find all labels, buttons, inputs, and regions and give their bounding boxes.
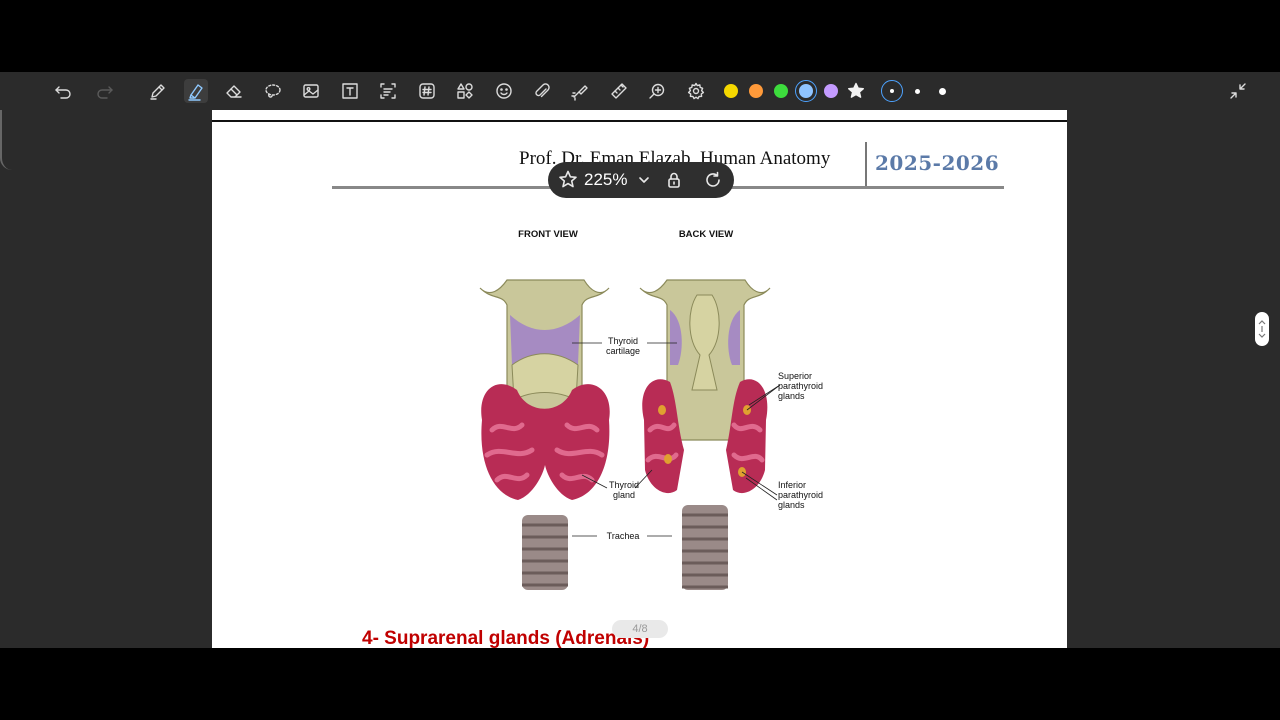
page-top-border [212,120,1067,122]
thyroid-illustration [479,279,781,590]
zoom-level: 225% [584,170,628,189]
text-box-icon[interactable] [338,79,362,103]
lasso-icon[interactable] [261,79,285,103]
trachea-label: Trachea [606,531,640,541]
attachment-icon[interactable] [530,79,554,103]
thickness-medium[interactable] [915,88,920,94]
back-view-label: BACK VIEW [678,229,734,240]
thyroid-figure: FRONT VIEW BACK VIEW Thyroid cartilage S… [472,230,842,595]
zoom-in-icon[interactable] [645,79,669,103]
front-view-label: FRONT VIEW [518,229,578,240]
ruler-icon[interactable] [607,79,631,103]
favorite-star-icon[interactable] [844,79,868,103]
scan-icon[interactable] [376,79,400,103]
document-page[interactable]: Prof. Dr. Eman Elazab, Human Anatomy 202… [212,110,1067,648]
image-icon[interactable] [299,79,323,103]
header-year: 2025-2026 [875,151,1000,175]
thickness-small[interactable] [890,89,894,93]
header-divider [865,142,867,188]
pen-icon[interactable] [146,79,170,103]
lock-icon[interactable] [665,171,683,189]
back-trachea [682,505,728,590]
thyroid-cartilage-label: Thyroid cartilage [605,336,641,356]
laser-pointer-icon[interactable] [568,79,592,103]
front-trachea [522,515,568,590]
superior-parathyroid-label: Superior parathyroid glands [778,371,824,401]
hashtag-icon[interactable] [415,79,439,103]
scroll-handle[interactable] [1255,312,1269,346]
color-swatch-purple[interactable] [824,84,838,98]
color-swatch-orange[interactable] [749,84,763,98]
color-swatch-yellow[interactable] [724,84,738,98]
star-icon[interactable] [557,169,579,191]
highlighter-icon[interactable] [184,79,208,103]
thickness-large[interactable] [939,87,946,95]
undo-icon[interactable] [51,79,75,103]
settings-icon[interactable] [684,79,708,103]
section-title: 4- Suprarenal glands (Adrenals) [362,628,650,648]
page-indicator: 4/8 [612,620,668,638]
color-swatch-green[interactable] [774,84,788,98]
thyroid-gland-label: Thyroid gland [608,480,639,500]
note-app: Prof. Dr. Eman Elazab, Human Anatomy 202… [0,72,1280,648]
eraser-icon[interactable] [222,79,246,103]
shapes-icon[interactable] [453,79,477,103]
inferior-parathyroid-label: Inferior parathyroid glands [778,480,824,510]
redo-icon[interactable] [93,79,117,103]
color-swatch-blue[interactable] [799,84,813,98]
zoom-control[interactable]: 225% [548,162,734,198]
toolbar [0,72,1280,110]
rotate-icon[interactable] [703,170,723,190]
exit-fullscreen-icon[interactable] [1226,79,1250,103]
chevron-down-icon[interactable] [638,174,650,186]
emoji-icon[interactable] [492,79,516,103]
